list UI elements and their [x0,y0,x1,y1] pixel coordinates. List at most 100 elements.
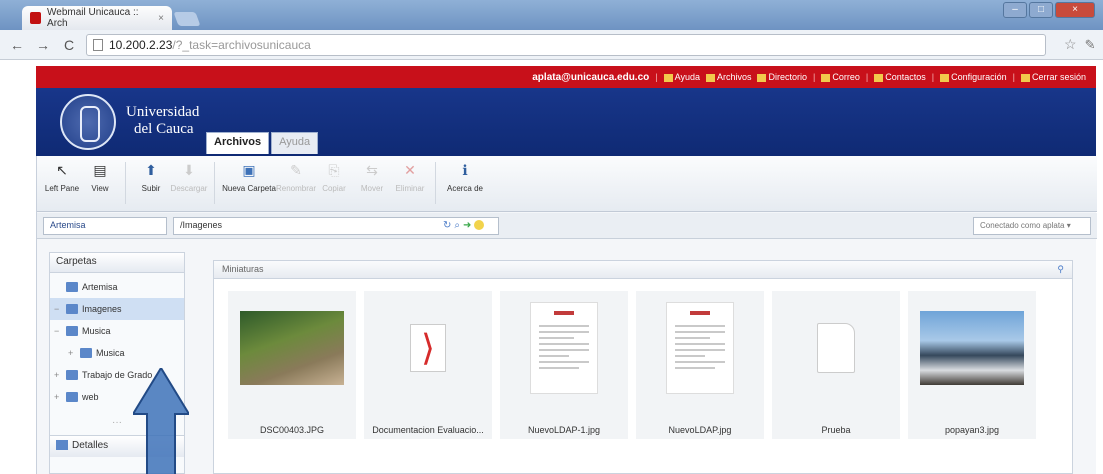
university-seal-logo [60,94,116,150]
expand-toggle[interactable]: − [54,326,62,336]
view-button[interactable]: ▤ View [81,162,119,193]
tree-node[interactable]: + Musica [50,342,184,364]
separator: | [865,72,869,82]
file-thumbnail[interactable]: DSC00403.JPG [228,291,356,439]
tree-node-label: Imagenes [82,304,122,314]
forward-button[interactable]: → [34,37,52,53]
nav-link-archivos[interactable]: Archivos [705,72,751,82]
browser-tab-title: Webmail Unicauca :: Arch [47,7,139,29]
new-tab-button[interactable] [173,12,201,26]
file-thumbnail[interactable]: Prueba [772,291,900,439]
file-thumbnail[interactable]: popayan3.jpg [908,291,1036,439]
connected-as-dropdown[interactable]: Conectado como aplata ▾ [973,217,1091,235]
zoom-icon[interactable]: ⌕ [454,220,460,231]
annotation-up-arrow [133,368,189,474]
toolbar-separator [214,162,215,204]
file-name: DSC00403.JPG [259,425,325,435]
expand-toggle[interactable]: + [54,370,62,380]
file-manager-app: ↖ Left Pane ▤ View ⬆ Subir ⬇ Descargar ▣ Nuev… [36,156,1097,474]
reload-button[interactable]: C [60,37,78,53]
photo-preview [240,311,344,385]
file-thumbnail[interactable]: ⟩ Documentacion Evaluacio... [364,291,492,439]
app-tabs: Archivos Ayuda [206,132,319,154]
about-button[interactable]: ℹ Acerca de [442,162,488,193]
new-folder-button[interactable]: ▣ Nueva Carpeta [221,162,277,193]
folder-icon [66,282,78,292]
expand-toggle[interactable]: − [54,304,62,314]
photo-preview [920,311,1024,385]
copy-button[interactable]: ⎘ Copiar [315,162,353,193]
nav-link-cerrar-sesion[interactable]: Cerrar sesión [1020,72,1086,82]
folder-icon [66,370,78,380]
upload-arrow-icon: ⬆ [145,162,157,178]
directory-icon [757,73,767,82]
url-input[interactable]: 10.200.2.23/?_task=archivosunicauca [86,33,1046,56]
details-folder-icon [56,440,68,451]
nav-link-configuracion[interactable]: Configuración [940,72,1007,82]
document-preview [530,302,598,394]
rename-button[interactable]: ✎ Renombrar [276,162,316,193]
gear-icon [940,73,950,82]
pdf-icon: ⟩ [410,324,446,372]
tab-close-icon[interactable]: × [158,13,164,24]
tree-node-label: web [82,392,99,402]
upload-button[interactable]: ⬆ Subir [132,162,170,193]
wrench-icon[interactable]: ✎ [1085,37,1096,53]
rename-icon: ✎ [290,162,302,178]
close-window-button[interactable]: × [1055,2,1095,18]
download-button[interactable]: ⬇ Descargar [170,162,208,193]
separator: | [931,72,935,82]
minimize-button[interactable]: – [1003,2,1027,18]
tree-node-label: Artemisa [82,282,118,292]
separator: | [655,72,658,82]
file-name: Documentacion Evaluacio... [372,425,484,435]
file-name: popayan3.jpg [944,425,1000,435]
bookmark-star-icon[interactable]: ☆ [1064,36,1077,53]
path-bar: Artemisa /Imagenes ↻ ⌕ ➜ Conectado como … [37,213,1097,239]
tab-ayuda[interactable]: Ayuda [271,132,319,154]
delete-button[interactable]: ✕ Eliminar [391,162,429,193]
location-selector[interactable]: Artemisa [43,217,167,235]
refresh-icon[interactable]: ↻ [443,220,451,231]
tab-archivos[interactable]: Archivos [206,132,270,154]
maximize-button[interactable]: □ [1029,2,1053,18]
separator: | [1012,72,1015,82]
download-arrow-icon: ⬇ [183,162,195,178]
status-sun-icon [474,220,485,230]
browser-tab[interactable]: Webmail Unicauca :: Arch × [22,6,172,30]
folder-icon [66,304,78,314]
page-icon [93,38,103,51]
nav-link-ayuda[interactable]: Ayuda [663,72,700,82]
back-button[interactable]: ← [8,37,26,53]
thumbnail-header: Miniaturas ⚲ [214,261,1072,279]
expand-toggle[interactable]: + [54,392,62,402]
expand-toggle[interactable]: + [68,348,76,358]
document-preview [666,302,734,394]
favicon-icon [30,12,42,24]
file-name: NuevoLDAP.jpg [668,425,732,435]
user-email: aplata@unicauca.edu.co [532,71,650,83]
tree-node[interactable]: Artemisa [50,276,184,298]
info-icon: ℹ [462,162,468,178]
mail-icon [821,73,831,82]
tree-node-label: Musica [96,348,125,358]
tree-node[interactable]: − Musica [50,320,184,342]
tree-node-label: Musica [82,326,111,336]
folder-icon [705,73,715,82]
search-icon[interactable]: ⚲ [1057,264,1064,275]
nav-link-contactos[interactable]: Contactos [874,72,926,82]
tree-node[interactable]: − Imagenes [50,298,184,320]
left-pane-icon: ↖ [56,162,68,178]
toolbar-separator [435,162,436,204]
file-thumbnail[interactable]: NuevoLDAP-1.jpg [500,291,628,439]
folders-header[interactable]: Carpetas [50,253,184,273]
path-actions: ↻ ⌕ ➜ [443,220,485,231]
file-thumbnail[interactable]: NuevoLDAP.jpg [636,291,764,439]
nav-link-directorio[interactable]: Directorio [757,72,807,82]
left-pane-button[interactable]: ↖ Left Pane [43,162,81,193]
university-name: Universidad del Cauca [126,104,200,137]
nav-link-correo[interactable]: Correo [821,72,860,82]
move-button[interactable]: ⇆ Mover [353,162,391,193]
university-banner: Universidad del Cauca Archivos Ayuda [36,88,1096,156]
go-icon[interactable]: ➜ [463,220,471,231]
